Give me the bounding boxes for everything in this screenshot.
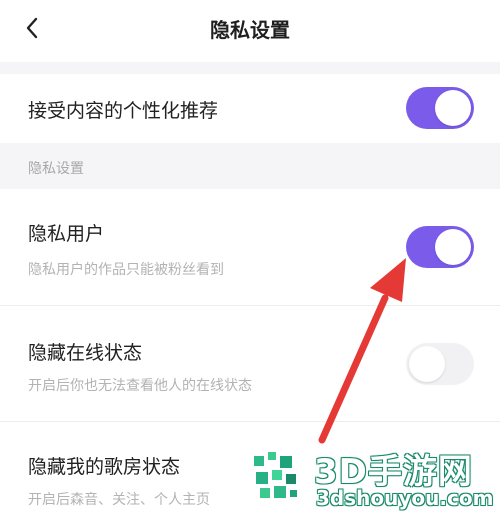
setting-row-personalized: 接受内容的个性化推荐 <box>0 74 500 143</box>
setting-title: 隐藏我的歌房状态 <box>28 456 181 478</box>
setting-title: 隐私用户 <box>28 223 105 245</box>
setting-row-hide-room: 隐藏我的歌房状态 开启后森音、关注、个人主页 <box>0 422 500 512</box>
hide-online-toggle[interactable] <box>406 343 474 385</box>
setting-subtitle: 开启后森音、关注、个人主页 <box>28 492 210 508</box>
section-header: 隐私设置 <box>0 143 500 189</box>
setting-subtitle: 隐私用户的作品只能被粉丝看到 <box>28 262 224 278</box>
toggle-knob <box>435 90 471 126</box>
navigation-bar: 隐私设置 <box>0 0 500 62</box>
personalized-toggle[interactable] <box>406 87 474 129</box>
setting-subtitle: 开启后你也无法查看他人的在线状态 <box>28 378 252 394</box>
setting-title: 接受内容的个性化推荐 <box>28 100 219 122</box>
page-title: 隐私设置 <box>210 18 290 42</box>
setting-row-private-user: 隐私用户 隐私用户的作品只能被粉丝看到 <box>0 189 500 305</box>
private-user-toggle[interactable] <box>406 226 474 268</box>
section-label: 隐私设置 <box>28 161 84 177</box>
setting-row-hide-online: 隐藏在线状态 开启后你也无法查看他人的在线状态 <box>0 306 500 421</box>
toggle-knob <box>435 229 471 265</box>
top-spacer <box>0 62 500 74</box>
privacy-settings-screen: 隐私设置 接受内容的个性化推荐 隐私设置 隐私用户 隐私用户的作品只能被粉丝看到… <box>0 0 500 512</box>
setting-title: 隐藏在线状态 <box>28 342 143 364</box>
toggle-knob <box>409 346 445 382</box>
